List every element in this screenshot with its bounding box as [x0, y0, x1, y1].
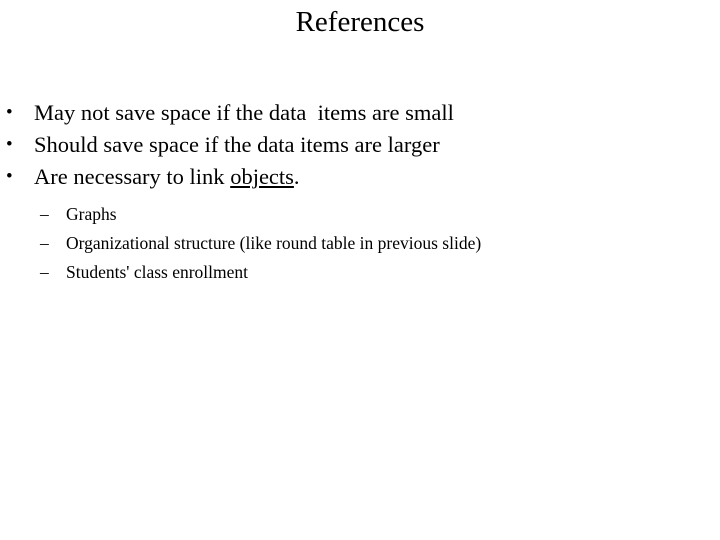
- bullet-marker: •: [6, 166, 13, 187]
- bullet-text-before: Are necessary to link: [34, 164, 231, 189]
- bullet-marker: •: [6, 102, 13, 123]
- sub-bullet-text: Organizational structure (like round tab…: [66, 233, 482, 253]
- dash-marker: –: [40, 262, 49, 282]
- bullet-text: May not save space if the data items are…: [34, 100, 454, 125]
- sub-bullet-text: Students' class enrollment: [66, 262, 249, 282]
- dash-marker: –: [40, 204, 49, 224]
- bullet-text: Should save space if the data items are …: [34, 132, 440, 157]
- slide-title: References: [295, 6, 425, 38]
- bullet-text-after: .: [293, 164, 300, 189]
- objects-link[interactable]: objects: [230, 164, 294, 189]
- dash-marker: –: [40, 233, 49, 253]
- bullet-marker: •: [6, 134, 13, 155]
- sub-bullet-text: Graphs: [66, 204, 117, 224]
- bullet-text: Are necessary to link objects.: [34, 161, 300, 193]
